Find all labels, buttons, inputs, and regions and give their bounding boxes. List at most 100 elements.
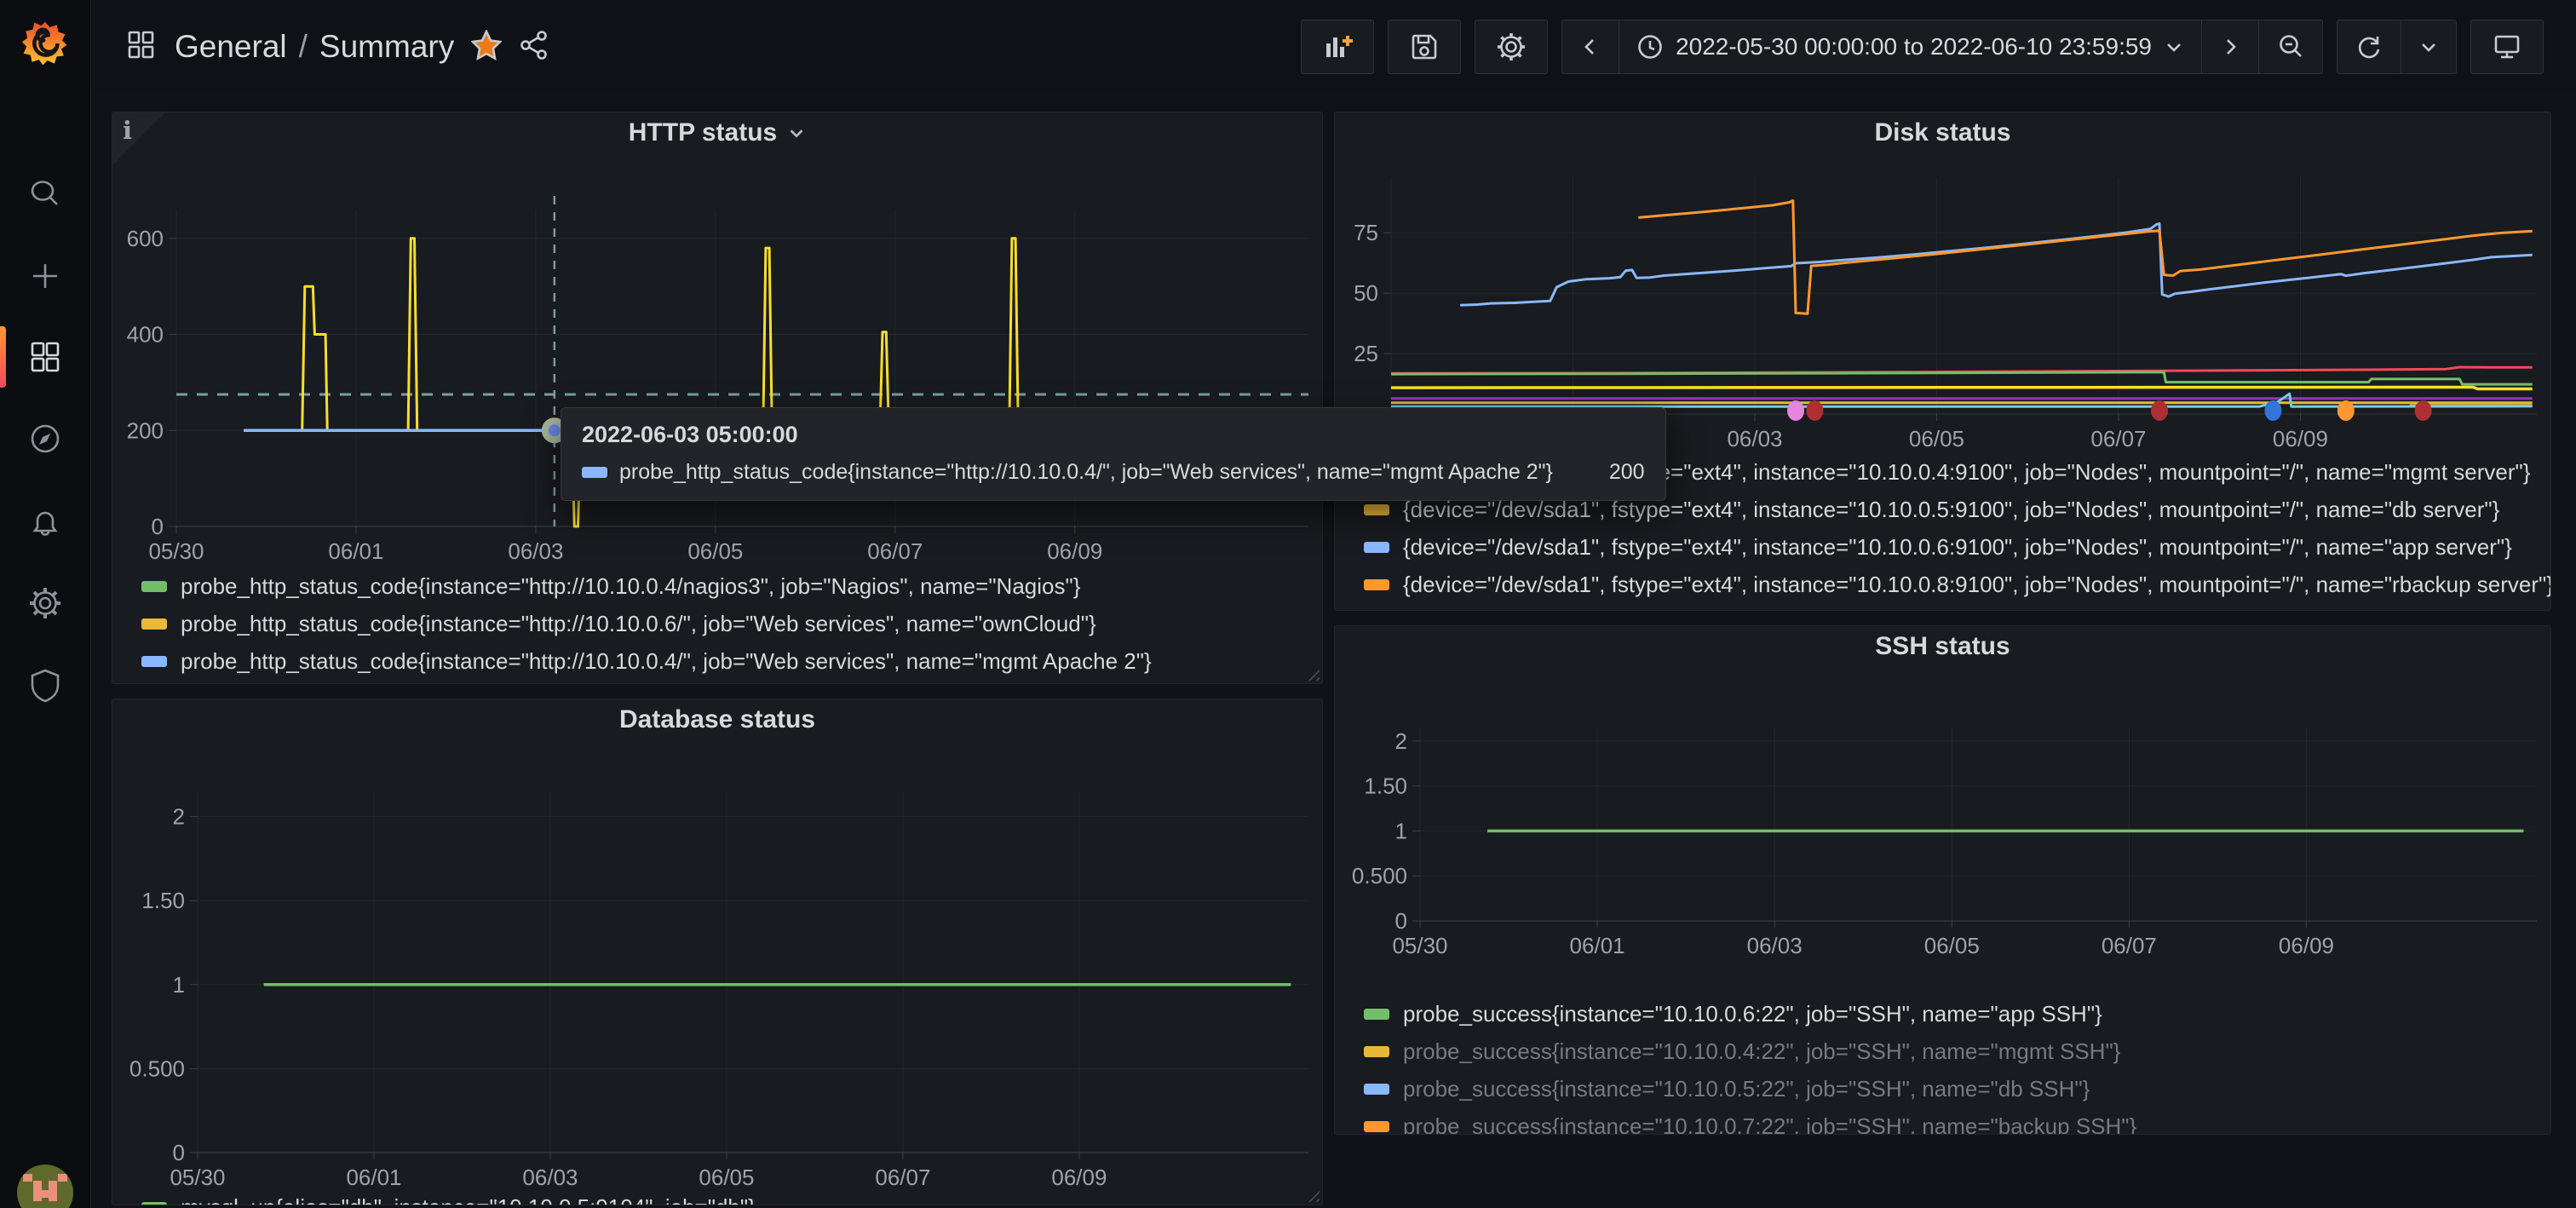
- user-avatar[interactable]: [16, 1164, 74, 1208]
- legend-label: probe_http_status_code{instance="http://…: [181, 611, 1096, 637]
- svg-text:2: 2: [173, 804, 185, 830]
- svg-text:400: 400: [127, 322, 164, 348]
- legend-label: probe_success{instance="10.10.0.7:22", j…: [1403, 1113, 2136, 1136]
- breadcrumb-page[interactable]: Summary: [319, 29, 454, 65]
- legend-swatch: [141, 656, 167, 667]
- svg-text:06/07: 06/07: [2090, 426, 2146, 452]
- refresh-group: [2337, 20, 2457, 74]
- admin-shield-icon[interactable]: [26, 666, 64, 704]
- breadcrumb-separator: /: [299, 29, 308, 65]
- alerting-bell-icon[interactable]: [26, 503, 64, 540]
- svg-text:75: 75: [1354, 220, 1378, 245]
- dashboards-icon[interactable]: [26, 338, 64, 376]
- favorite-star-icon[interactable]: [471, 30, 502, 65]
- panel-ssh-status: SSH status 05/3006/0106/0306/0506/0706/0…: [1334, 625, 2551, 1135]
- side-menu: [0, 0, 91, 1208]
- legend-swatch: [141, 1202, 167, 1206]
- svg-text:06/01: 06/01: [346, 1165, 401, 1188]
- legend-swatch: [141, 618, 167, 630]
- svg-text:06/09: 06/09: [1051, 1165, 1107, 1188]
- plus-icon[interactable]: [26, 257, 64, 295]
- svg-text:06/09: 06/09: [2279, 933, 2334, 958]
- svg-text:06/05: 06/05: [1909, 426, 1964, 452]
- svg-text:06/01: 06/01: [328, 538, 383, 564]
- legend-label: {device="/dev/sda1", fstype="ext4", inst…: [1403, 534, 2512, 561]
- configuration-gear-icon[interactable]: [26, 584, 64, 622]
- dashboard-header: General / Summary: [91, 0, 2576, 94]
- breadcrumb-section[interactable]: General: [175, 29, 287, 65]
- legend-item[interactable]: probe_success{instance="10.10.0.6:22", j…: [1364, 995, 2550, 1033]
- panel-title-http[interactable]: HTTP status: [112, 112, 1322, 153]
- kiosk-mode-button[interactable]: [2470, 20, 2544, 74]
- legend-item[interactable]: probe_success{instance="10.10.0.7:22", j…: [1364, 1107, 2550, 1135]
- svg-text:06/05: 06/05: [699, 1165, 754, 1188]
- chevron-down-icon: [2164, 37, 2184, 57]
- apps-grid-icon[interactable]: [125, 29, 158, 66]
- ssh-status-chart[interactable]: 05/3006/0106/0306/0506/0706/0900.50011.5…: [1335, 667, 2550, 995]
- dashboard-settings-button[interactable]: [1475, 20, 1548, 74]
- panel-database-status: Database status 05/3006/0106/0306/0506/0…: [112, 699, 1323, 1205]
- active-section-indicator: [0, 326, 6, 388]
- database-legend: mysql_up{alias="db", instance="10.10.0.5…: [112, 1188, 1322, 1205]
- breadcrumb: General / Summary: [125, 29, 549, 66]
- svg-text:25: 25: [1354, 341, 1378, 366]
- time-picker-group: 2022-05-30 00:00:00 to 2022-06-10 23:59:…: [1561, 20, 2323, 74]
- svg-text:06/05: 06/05: [1924, 933, 1980, 958]
- refresh-button[interactable]: [2337, 20, 2401, 73]
- svg-text:2: 2: [1395, 728, 1407, 754]
- share-icon[interactable]: [519, 30, 549, 65]
- time-range-picker[interactable]: 2022-05-30 00:00:00 to 2022-06-10 23:59:…: [1619, 20, 2201, 73]
- info-icon[interactable]: i: [123, 116, 132, 145]
- tooltip-timestamp: 2022-06-03 05:00:00: [582, 422, 1645, 448]
- legend-swatch: [1364, 1121, 1389, 1132]
- svg-text:06/07: 06/07: [2102, 933, 2157, 958]
- legend-swatch: [1364, 1084, 1389, 1095]
- save-dashboard-button[interactable]: [1388, 20, 1461, 74]
- panel-http-status: i HTTP status 05/3006/0106/0306/0506/070…: [112, 112, 1323, 684]
- refresh-interval-dropdown[interactable]: [2401, 20, 2456, 73]
- legend-label: mysql_up{alias="db", instance="10.10.0.5…: [181, 1194, 756, 1206]
- legend-item[interactable]: probe_http_status_code{instance="http://…: [141, 642, 1322, 680]
- legend-swatch: [1364, 504, 1389, 515]
- time-range-text: 2022-05-30 00:00:00 to 2022-06-10 23:59:…: [1676, 33, 2152, 60]
- panel-title-database[interactable]: Database status: [112, 699, 1322, 740]
- legend-label: probe_success{instance="10.10.0.6:22", j…: [1403, 1001, 2102, 1027]
- legend-label: probe_success{instance="10.10.0.4:22", j…: [1403, 1038, 2120, 1065]
- svg-text:1: 1: [1395, 818, 1407, 843]
- database-status-chart[interactable]: 05/3006/0106/0306/0506/0706/0900.50011.5…: [112, 740, 1322, 1188]
- legend-item[interactable]: probe_http_status_code{instance="http://…: [141, 567, 1322, 605]
- http-status-chart[interactable]: 05/3006/0106/0306/0506/0706/090200400600: [112, 153, 1322, 567]
- svg-text:1.50: 1.50: [141, 888, 185, 913]
- svg-text:06/09: 06/09: [1047, 538, 1102, 564]
- time-shift-back-button[interactable]: [1562, 20, 1619, 73]
- explore-compass-icon[interactable]: [26, 420, 64, 457]
- svg-text:0: 0: [152, 514, 164, 539]
- svg-text:0: 0: [173, 1140, 185, 1165]
- grafana-logo[interactable]: [20, 19, 70, 68]
- svg-text:06/07: 06/07: [875, 1165, 930, 1188]
- http-legend: probe_http_status_code{instance="http://…: [112, 567, 1322, 680]
- zoom-out-time-button[interactable]: [2258, 20, 2322, 73]
- legend-label: probe_success{instance="10.10.0.5:22", j…: [1403, 1076, 2090, 1102]
- legend-swatch: [1364, 542, 1389, 553]
- add-panel-button[interactable]: [1301, 20, 1374, 74]
- svg-text:06/03: 06/03: [1747, 933, 1803, 958]
- ssh-legend: probe_success{instance="10.10.0.6:22", j…: [1335, 995, 2550, 1135]
- svg-text:0.500: 0.500: [129, 1056, 185, 1081]
- legend-item[interactable]: mysql_up{alias="db", instance="10.10.0.5…: [141, 1188, 1322, 1205]
- clock-icon: [1636, 33, 1664, 60]
- legend-item[interactable]: probe_success{instance="10.10.0.5:22", j…: [1364, 1070, 2550, 1107]
- svg-text:05/30: 05/30: [148, 538, 204, 564]
- panel-info-corner: [112, 112, 165, 165]
- legend-item[interactable]: {device="/dev/sda1", fstype="ext4", inst…: [1364, 566, 2550, 603]
- svg-text:06/03: 06/03: [1727, 426, 1782, 452]
- panel-title-ssh[interactable]: SSH status: [1335, 626, 2550, 667]
- time-shift-forward-button[interactable]: [2201, 20, 2258, 73]
- legend-item[interactable]: {device="/dev/sda1", fstype="ext4", inst…: [1364, 528, 2550, 566]
- legend-item[interactable]: probe_success{instance="10.10.0.4:22", j…: [1364, 1033, 2550, 1070]
- legend-item[interactable]: probe_http_status_code{instance="http://…: [141, 605, 1322, 642]
- search-icon[interactable]: [26, 175, 64, 213]
- tooltip-series-label: probe_http_status_code{instance="http://…: [619, 460, 1553, 485]
- panel-title-disk[interactable]: Disk status: [1335, 112, 2550, 153]
- legend-swatch: [141, 581, 167, 592]
